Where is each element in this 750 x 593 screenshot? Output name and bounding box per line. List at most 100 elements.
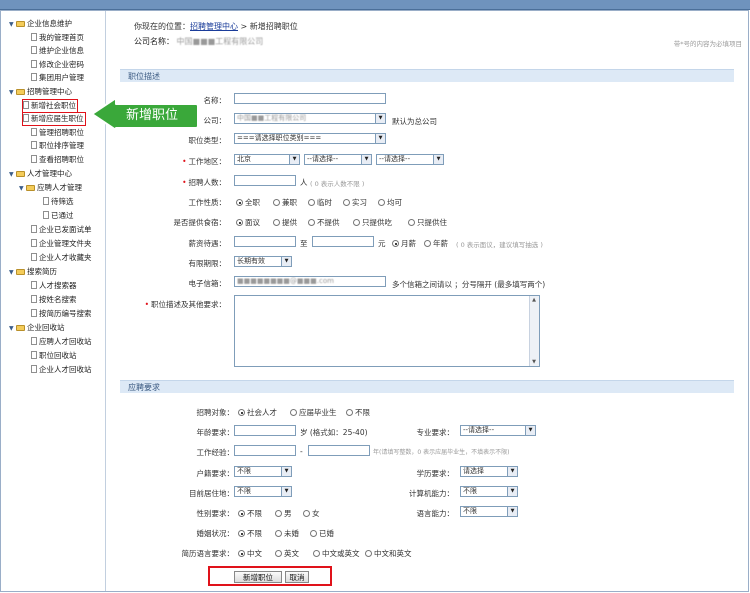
breadcrumb-link-recruit-center[interactable]: 招聘管理中心 [190,22,238,31]
sidebar-item-talent-bin[interactable]: 企业人才回收站 [31,364,92,376]
resume-lang-english[interactable]: 英文 [275,548,299,559]
radio-icon [275,510,282,517]
marital-single[interactable]: 未婚 [275,528,299,539]
target-graduate[interactable]: 应届毕业生 [290,407,337,418]
document-icon [31,239,37,247]
sidebar-item-manage-jobs[interactable]: 管理招聘职位 [31,127,84,139]
chevron-down-icon: ▼ [281,467,291,476]
radio-icon [236,199,243,206]
submit-job-button[interactable]: 新增职位 [234,571,282,583]
sidebar-item-applicant-bin[interactable]: 应聘人才回收站 [31,336,92,348]
sidebar-item-job-sort[interactable]: 职位排序管理 [31,140,84,152]
sidebar-item-passed[interactable]: 已通过 [43,210,74,222]
sidebar-item-search-by-id[interactable]: 按简历编号搜索 [31,308,92,320]
work-type-parttime[interactable]: 兼职 [273,197,297,208]
chevron-down-icon: ▼ [281,257,291,266]
target-any[interactable]: 不限 [346,407,370,418]
job-type-select[interactable]: ===请选择职位类别=== ▼ [234,133,386,144]
sidebar-item-job-bin[interactable]: 职位回收站 [31,350,77,362]
expand-icon[interactable]: ▼ [9,323,16,335]
lodging-food-only[interactable]: 只提供吃 [353,217,392,228]
city-select[interactable]: --请选择-- ▼ [304,154,372,165]
sidebar-item-group-users[interactable]: 集团用户管理 [31,72,84,84]
sidebar-group-recruit-center[interactable]: ▼ 招聘管理中心 [9,86,72,98]
sidebar-subgroup-applicants[interactable]: ▼ 应聘人才管理 [19,182,82,194]
sidebar-group-enterprise-info[interactable]: ▼ 企业信息维护 [9,18,72,30]
scroll-down-icon[interactable]: ▼ [531,359,537,365]
work-type-label: 工作性质： [188,198,227,207]
expand-icon[interactable]: ▼ [9,169,16,181]
work-type-any[interactable]: 均可 [378,197,402,208]
sidebar-item-pending[interactable]: 待筛选 [43,196,74,208]
gender-any[interactable]: 不限 [238,508,262,519]
resume-lang-both[interactable]: 中文和英文 [365,548,412,559]
education-select[interactable]: 请选择 ▼ [460,466,518,477]
district-select[interactable]: --请选择-- ▼ [376,154,444,165]
sidebar-item-view-jobs[interactable]: 查看招聘职位 [31,154,84,166]
major-select[interactable]: --请选择-- ▼ [460,425,536,436]
experience-min-input[interactable] [234,445,296,456]
lodging-negotiable[interactable]: 面议 [236,217,260,228]
computer-select[interactable]: 不限 ▼ [460,486,518,497]
work-type-internship[interactable]: 实习 [343,197,367,208]
work-type-fulltime[interactable]: 全职 [236,197,260,208]
residence-select[interactable]: 不限 ▼ [234,486,292,497]
experience-max-input[interactable] [308,445,370,456]
lodging-provided[interactable]: 提供 [273,217,297,228]
sidebar-item-edit-info[interactable]: 维护企业信息 [31,45,84,57]
validity-select[interactable]: 长期有效 ▼ [234,256,292,267]
province-select[interactable]: 北京 ▼ [234,154,300,165]
gender-female[interactable]: 女 [303,508,320,519]
sidebar-group-resume-search[interactable]: ▼ 搜索简历 [9,266,57,278]
expand-icon[interactable]: ▼ [9,19,16,31]
lodging-not-provided[interactable]: 不提供 [308,217,340,228]
chevron-down-icon: ▼ [361,155,371,164]
salary-max-input[interactable] [312,236,374,247]
sidebar-item-search-by-name[interactable]: 按姓名搜索 [31,294,77,306]
marital-married[interactable]: 已婚 [310,528,334,539]
salary-yearly[interactable]: 年薪 [424,238,448,249]
sidebar-item-talent-search[interactable]: 人才搜索器 [31,280,77,292]
scroll-up-icon[interactable]: ▲ [531,297,537,303]
sidebar-group-recycle-bin[interactable]: ▼ 企业回收站 [9,322,65,334]
headcount-input[interactable] [234,175,296,186]
sidebar-item-home[interactable]: 我的管理首页 [31,32,84,44]
radio-icon [275,530,282,537]
company-select[interactable]: 中国■■工程有限公司 ▼ [234,113,386,124]
language-select[interactable]: 不限 ▼ [460,506,518,517]
salary-monthly[interactable]: 月薪 [392,238,416,249]
gender-male[interactable]: 男 [275,508,292,519]
document-icon [31,60,37,68]
job-name-input[interactable] [234,93,386,104]
sidebar-item-folders[interactable]: 企业管理文件夹 [31,238,92,250]
target-social[interactable]: 社会人才 [238,407,277,418]
gender-label: 性别要求： [196,509,235,518]
required-note: 带*号的内容为必填项目 [673,40,742,48]
hukou-select[interactable]: 不限 ▼ [234,466,292,477]
sidebar-item-new-social-job[interactable]: 新增社会职位 [22,99,78,113]
salary-min-input[interactable] [234,236,296,247]
age-input[interactable] [234,425,296,436]
lodging-housing-only[interactable]: 只提供住 [408,217,447,228]
radio-icon [275,550,282,557]
sidebar-item-favorites[interactable]: 企业人才收藏夹 [31,252,92,264]
description-textarea[interactable]: ▲ ▼ [234,295,540,367]
document-icon [23,114,29,122]
work-type-temporary[interactable]: 临时 [308,197,332,208]
cancel-button[interactable]: 取消 [285,571,309,583]
radio-icon [308,219,315,226]
sidebar-item-interviews[interactable]: 企业已发面试单 [31,224,92,236]
expand-icon[interactable]: ▼ [9,267,16,279]
expand-icon[interactable]: ▼ [19,183,26,195]
marital-any[interactable]: 不限 [238,528,262,539]
lodging-label: 是否提供食宿： [173,218,227,227]
resume-lang-chinese[interactable]: 中文 [238,548,262,559]
sidebar-group-talent-center[interactable]: ▼ 人才管理中心 [9,168,72,180]
radio-icon [378,199,385,206]
sidebar-item-new-graduate-job[interactable]: 新增应届生职位 [22,112,86,126]
sidebar-item-change-password[interactable]: 修改企业密码 [31,59,84,71]
resume-lang-either[interactable]: 中文或英文 [313,548,360,559]
email-input[interactable]: ■■■■■■■■@■■■.com [234,276,386,287]
scrollbar[interactable]: ▲ ▼ [529,296,539,366]
expand-icon[interactable]: ▼ [9,87,16,99]
